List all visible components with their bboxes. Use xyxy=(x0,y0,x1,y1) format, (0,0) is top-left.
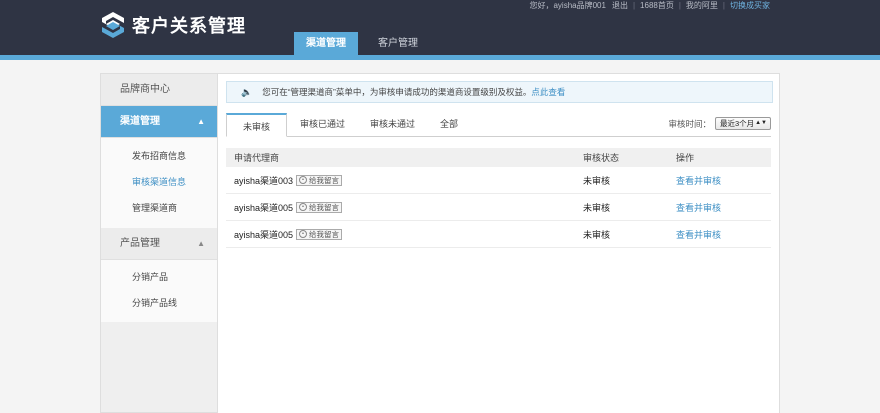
view-and-review-link[interactable]: 查看并审核 xyxy=(676,201,771,214)
chevron-up-icon: ▲ xyxy=(197,117,205,126)
sidebar-item-distribution-products[interactable]: 分销产品 xyxy=(101,264,217,290)
sidebar-section-label: 产品管理 xyxy=(120,238,160,249)
column-header-action: 操作 xyxy=(676,153,695,163)
sidebar-item-manage-channel[interactable]: 管理渠道商 xyxy=(101,195,217,221)
notice-text: 您可在“管理渠道商”菜单中，为审核申请成功的渠道商设置级别及权益。 xyxy=(262,87,532,97)
nav-channel-management[interactable]: 渠道管理 xyxy=(294,32,358,56)
leave-message-button[interactable]: • 给我留言 xyxy=(296,228,343,240)
brand-title: 客户关系管理 xyxy=(132,16,246,36)
sidebar-section-label: 品牌商中心 xyxy=(120,84,170,95)
column-header-applicant: 申请代理商 xyxy=(234,153,280,163)
tab-pending[interactable]: 未审核 xyxy=(226,113,288,137)
greeting-text: 您好，ayisha品牌001 xyxy=(529,0,606,10)
message-label: 给我留言 xyxy=(309,202,340,212)
chat-icon: • xyxy=(299,176,308,184)
notice-bar: 🔈 您可在“管理渠道商”菜单中，为审核申请成功的渠道商设置级别及权益。 点此查看 xyxy=(226,81,773,103)
chat-icon: • xyxy=(299,230,308,238)
main-nav: 渠道管理 客户管理 xyxy=(294,32,438,56)
status-cell: 未审核 xyxy=(583,175,611,186)
applicant-cell: ayisha渠道005 • 给我留言 xyxy=(226,201,583,214)
chevron-up-icon: ▲ xyxy=(197,239,205,248)
sidebar-item-review-channel[interactable]: 审核渠道信息 xyxy=(101,169,217,195)
applicant-name: ayisha渠道003 xyxy=(234,175,294,186)
brand-logo[interactable]: 客户关系管理 xyxy=(100,11,246,39)
column-header-status: 审核状态 xyxy=(583,153,620,163)
top-links: 您好，ayisha品牌001 退出 | 1688首页 | 我的阿里 | 切换成买… xyxy=(526,0,773,10)
updown-arrow-icon: ▲▼ xyxy=(755,120,767,126)
sidebar-section-label: 渠道管理 xyxy=(120,116,160,127)
sidebar-submenu-product: 分销产品 分销产品线 xyxy=(101,260,217,322)
status-cell: 未审核 xyxy=(583,229,611,240)
leave-message-button[interactable]: • 给我留言 xyxy=(296,201,343,213)
applications-table: 申请代理商 审核状态 操作 ayisha渠道003 • 给我留言 未审核 查看并… xyxy=(226,148,771,248)
leave-message-button[interactable]: • 给我留言 xyxy=(296,174,343,186)
applicant-cell: ayisha渠道003 • 给我留言 xyxy=(226,174,583,187)
sidebar: 品牌商中心 渠道管理 ▲ 发布招商信息 审核渠道信息 管理渠道商 产品管理 ▲ … xyxy=(100,73,218,413)
applicant-cell: ayisha渠道005 • 给我留言 xyxy=(226,228,583,241)
sidebar-submenu-channel: 发布招商信息 审核渠道信息 管理渠道商 xyxy=(101,138,217,228)
switch-role-link[interactable]: 切换成买家 xyxy=(727,0,773,11)
message-label: 给我留言 xyxy=(309,175,340,185)
tab-rejected[interactable]: 审核未通过 xyxy=(358,112,427,136)
sidebar-section-product-management[interactable]: 产品管理 ▲ xyxy=(101,228,217,260)
main-content: 🔈 您可在“管理渠道商”菜单中，为审核申请成功的渠道商设置级别及权益。 点此查看… xyxy=(218,73,780,413)
message-label: 给我留言 xyxy=(309,229,340,239)
tab-approved[interactable]: 审核已通过 xyxy=(288,112,357,136)
view-and-review-link[interactable]: 查看并审核 xyxy=(676,174,771,187)
table-header: 申请代理商 审核状态 操作 xyxy=(226,148,771,167)
status-cell: 未审核 xyxy=(583,202,611,213)
table-row: ayisha渠道005 • 给我留言 未审核 查看并审核 xyxy=(226,221,771,248)
review-time-select[interactable]: 最近3个月 ▲▼ xyxy=(715,117,771,130)
sidebar-item-publish-recruitment[interactable]: 发布招商信息 xyxy=(101,143,217,169)
filter-label: 审核时间： xyxy=(668,118,711,129)
homepage-link[interactable]: 1688首页 xyxy=(637,0,677,11)
sidebar-item-distribution-product-lines[interactable]: 分销产品线 xyxy=(101,290,217,316)
logout-link[interactable]: 退出 xyxy=(609,0,631,11)
chat-icon: • xyxy=(299,203,308,211)
applicant-name: ayisha渠道005 xyxy=(234,202,294,213)
top-header: 客户关系管理 您好，ayisha品牌001 退出 | 1688首页 | 我的阿里… xyxy=(0,0,880,58)
notice-link[interactable]: 点此查看 xyxy=(531,86,565,98)
sidebar-section-channel-management[interactable]: 渠道管理 ▲ xyxy=(101,106,217,138)
logo-icon xyxy=(102,12,124,38)
select-value: 最近3个月 xyxy=(720,119,755,128)
nav-customer-management[interactable]: 客户管理 xyxy=(366,32,430,56)
table-row: ayisha渠道005 • 给我留言 未审核 查看并审核 xyxy=(226,194,771,221)
review-time-filter: 审核时间： 最近3个月 ▲▼ xyxy=(668,117,771,130)
table-row: ayisha渠道003 • 给我留言 未审核 查看并审核 xyxy=(226,167,771,194)
tab-all[interactable]: 全部 xyxy=(428,112,470,136)
applicant-name: ayisha渠道005 xyxy=(234,229,294,240)
sidebar-section-brand-center[interactable]: 品牌商中心 xyxy=(101,74,217,106)
speaker-icon: 🔈 xyxy=(241,86,253,97)
view-and-review-link[interactable]: 查看并审核 xyxy=(676,228,771,241)
my-ali-link[interactable]: 我的阿里 xyxy=(683,0,721,11)
